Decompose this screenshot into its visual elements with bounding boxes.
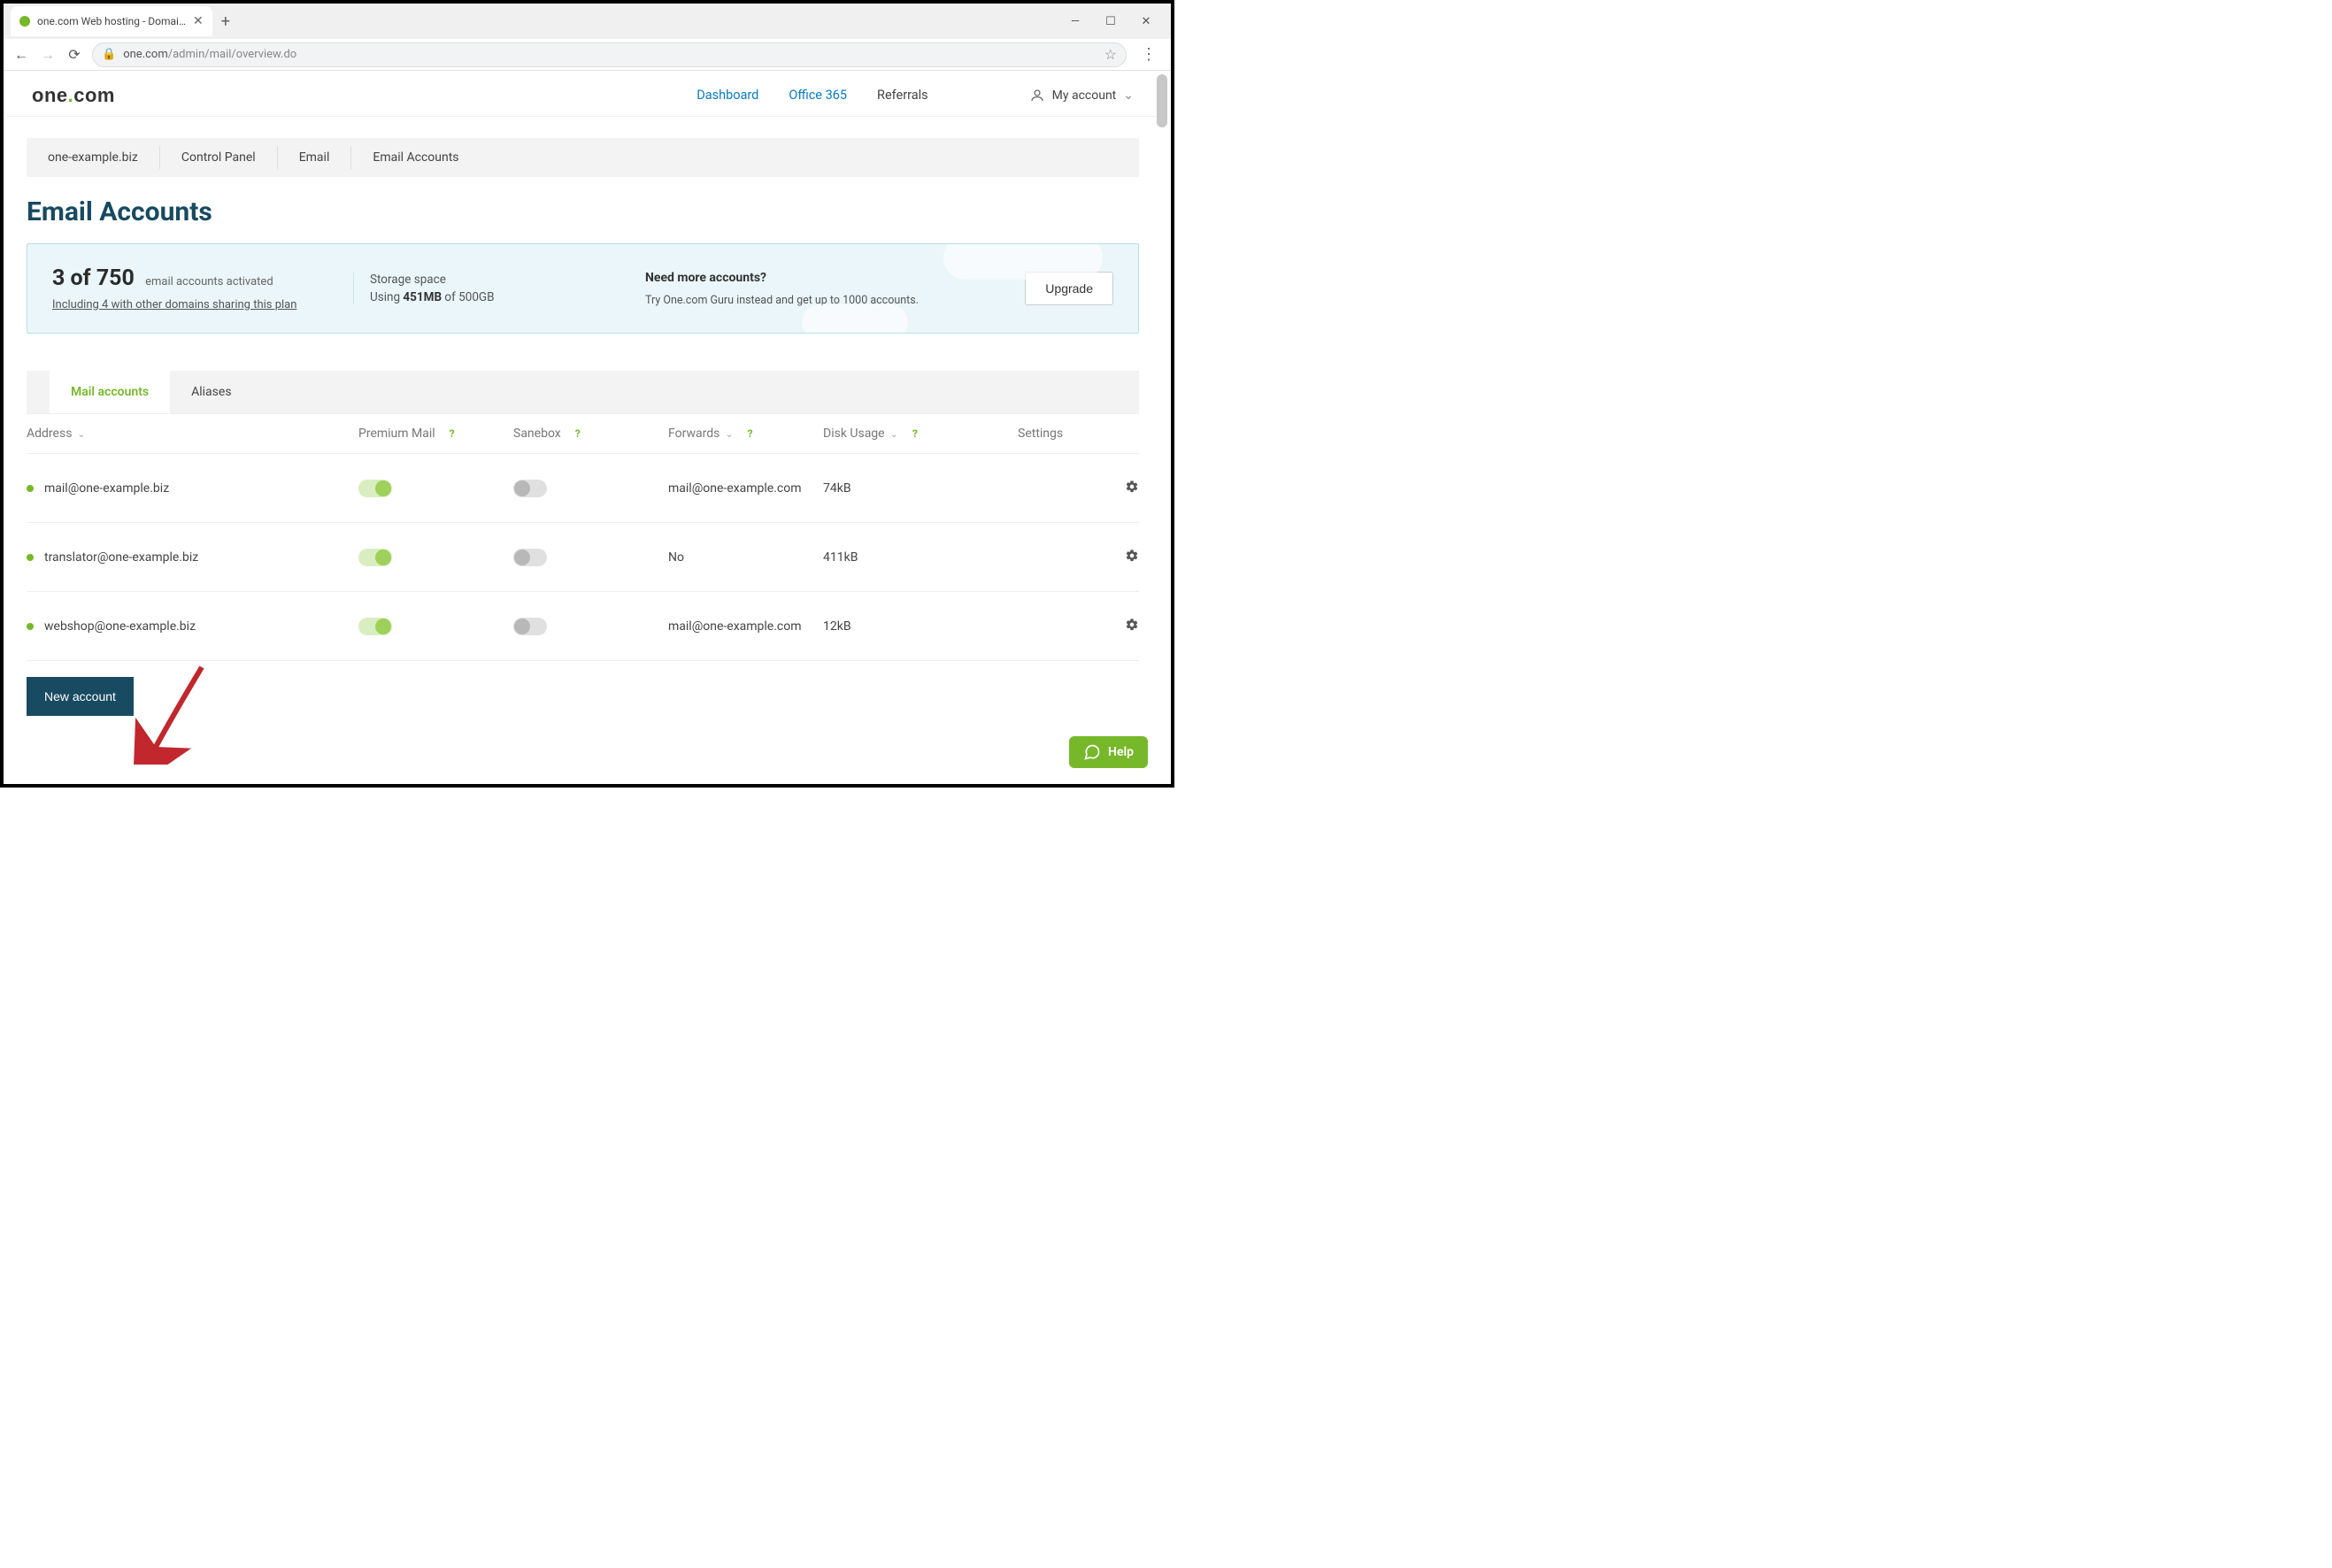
table-header: Address ⌄ Premium Mail ? Sanebox ? Forwa… xyxy=(27,414,1139,454)
chevron-down-icon: ⌄ xyxy=(890,428,898,440)
help-icon[interactable]: ? xyxy=(748,427,753,440)
premium-toggle[interactable] xyxy=(358,618,392,635)
help-icon[interactable]: ? xyxy=(450,427,455,440)
browser-tab[interactable]: one.com Web hosting - Domai… ✕ xyxy=(11,6,212,36)
row-address: mail@one-example.biz xyxy=(44,481,169,496)
column-address[interactable]: Address ⌄ xyxy=(27,427,358,441)
table-row: translator@one-example.biz No 411kB xyxy=(27,523,1139,592)
row-forwards: mail@one-example.com xyxy=(668,481,823,496)
new-account-button[interactable]: New account xyxy=(27,677,134,716)
chevron-down-icon: ⌄ xyxy=(1123,88,1134,103)
user-icon xyxy=(1029,88,1045,104)
lock-icon: 🔒 xyxy=(102,48,116,61)
breadcrumb-control-panel[interactable]: Control Panel xyxy=(160,150,277,165)
chevron-down-icon: ⌄ xyxy=(77,428,85,440)
my-account-menu[interactable]: My account ⌄ xyxy=(1029,88,1134,104)
gear-icon[interactable] xyxy=(1125,552,1139,566)
minimize-button[interactable]: — xyxy=(1063,15,1088,28)
breadcrumb-domain[interactable]: one-example.biz xyxy=(27,150,159,165)
help-icon[interactable]: ? xyxy=(575,427,581,440)
table-row: mail@one-example.biz mail@one-example.co… xyxy=(27,454,1139,523)
vertical-scrollbar[interactable] xyxy=(1157,74,1167,127)
tab-aliases[interactable]: Aliases xyxy=(170,371,252,413)
nav-dashboard[interactable]: Dashboard xyxy=(697,88,758,103)
row-address: translator@one-example.biz xyxy=(44,550,198,565)
page-title: Email Accounts xyxy=(27,196,1139,227)
row-disk-usage: 74kB xyxy=(823,481,1018,496)
help-widget-label: Help xyxy=(1108,745,1134,759)
url-path: /admin/mail/overview.do xyxy=(168,48,296,61)
gear-icon[interactable] xyxy=(1125,621,1139,635)
sanebox-toggle[interactable] xyxy=(513,549,547,566)
status-dot-icon xyxy=(27,485,34,492)
favicon-icon xyxy=(19,16,30,27)
tab-bar: Mail accounts Aliases xyxy=(27,371,1139,414)
row-address: webshop@one-example.biz xyxy=(44,619,196,634)
cloud-decoration-icon xyxy=(943,243,1103,280)
browser-tab-title: one.com Web hosting - Domai… xyxy=(37,15,186,27)
storage-label: Storage space xyxy=(370,273,583,287)
new-tab-button[interactable]: + xyxy=(221,12,230,31)
table-row: webshop@one-example.biz mail@one-example… xyxy=(27,592,1139,661)
nav-office365[interactable]: Office 365 xyxy=(789,88,847,103)
browser-toolbar: ← → ⟳ 🔒 one.com/admin/mail/overview.do ☆… xyxy=(4,39,1171,71)
row-forwards: No xyxy=(668,550,823,565)
storage-usage: Using 451MB of 500GB xyxy=(370,290,583,304)
summary-panel: 3 of 750 email accounts activated Includ… xyxy=(27,243,1139,334)
gear-icon[interactable] xyxy=(1125,483,1139,497)
sanebox-toggle[interactable] xyxy=(513,480,547,497)
row-disk-usage: 12kB xyxy=(823,619,1018,634)
back-button[interactable]: ← xyxy=(12,46,30,64)
column-forwards[interactable]: Forwards ⌄ ? xyxy=(668,427,823,441)
column-settings: Settings xyxy=(1018,427,1139,441)
close-window-button[interactable]: ✕ xyxy=(1134,15,1158,28)
row-forwards: mail@one-example.com xyxy=(668,619,823,634)
browser-menu-icon[interactable]: ⋮ xyxy=(1135,45,1162,64)
my-account-label: My account xyxy=(1052,88,1117,103)
nav-referrals[interactable]: Referrals xyxy=(877,88,928,103)
tab-mail-accounts[interactable]: Mail accounts xyxy=(50,371,170,413)
maximize-button[interactable]: ☐ xyxy=(1098,15,1123,28)
cloud-decoration-icon xyxy=(802,304,908,334)
close-icon[interactable]: ✕ xyxy=(193,14,204,28)
bookmark-star-icon[interactable]: ☆ xyxy=(1104,46,1117,63)
sanebox-toggle[interactable] xyxy=(513,618,547,635)
forward-button[interactable]: → xyxy=(39,46,57,64)
url-bar[interactable]: 🔒 one.com/admin/mail/overview.do ☆ xyxy=(92,42,1127,67)
breadcrumb: one-example.biz Control Panel Email Emai… xyxy=(27,138,1139,177)
url-host: one.com xyxy=(123,48,168,61)
activated-count: 3 of 750 xyxy=(52,265,135,291)
breadcrumb-email-accounts[interactable]: Email Accounts xyxy=(351,150,480,165)
logo[interactable]: one.com xyxy=(32,84,115,107)
status-dot-icon xyxy=(27,623,34,630)
column-disk-usage[interactable]: Disk Usage ⌄ ? xyxy=(823,427,1018,441)
chat-bubble-icon xyxy=(1083,743,1101,761)
chevron-down-icon: ⌄ xyxy=(725,428,733,440)
premium-toggle[interactable] xyxy=(358,480,392,497)
activated-label: email accounts activated xyxy=(145,275,273,288)
help-widget[interactable]: Help xyxy=(1069,736,1148,768)
status-dot-icon xyxy=(27,554,34,561)
site-header: one.com Dashboard Office 365 Referrals M… xyxy=(7,74,1158,117)
browser-titlebar: one.com Web hosting - Domai… ✕ + — ☐ ✕ xyxy=(4,4,1171,39)
reload-button[interactable]: ⟳ xyxy=(65,46,83,63)
premium-toggle[interactable] xyxy=(358,549,392,566)
help-icon[interactable]: ? xyxy=(912,427,918,440)
including-domains-link[interactable]: Including 4 with other domains sharing t… xyxy=(52,298,296,311)
column-sanebox: Sanebox ? xyxy=(513,427,668,441)
breadcrumb-email[interactable]: Email xyxy=(278,150,351,165)
row-disk-usage: 411kB xyxy=(823,550,1018,565)
column-premium-mail: Premium Mail ? xyxy=(358,427,513,441)
